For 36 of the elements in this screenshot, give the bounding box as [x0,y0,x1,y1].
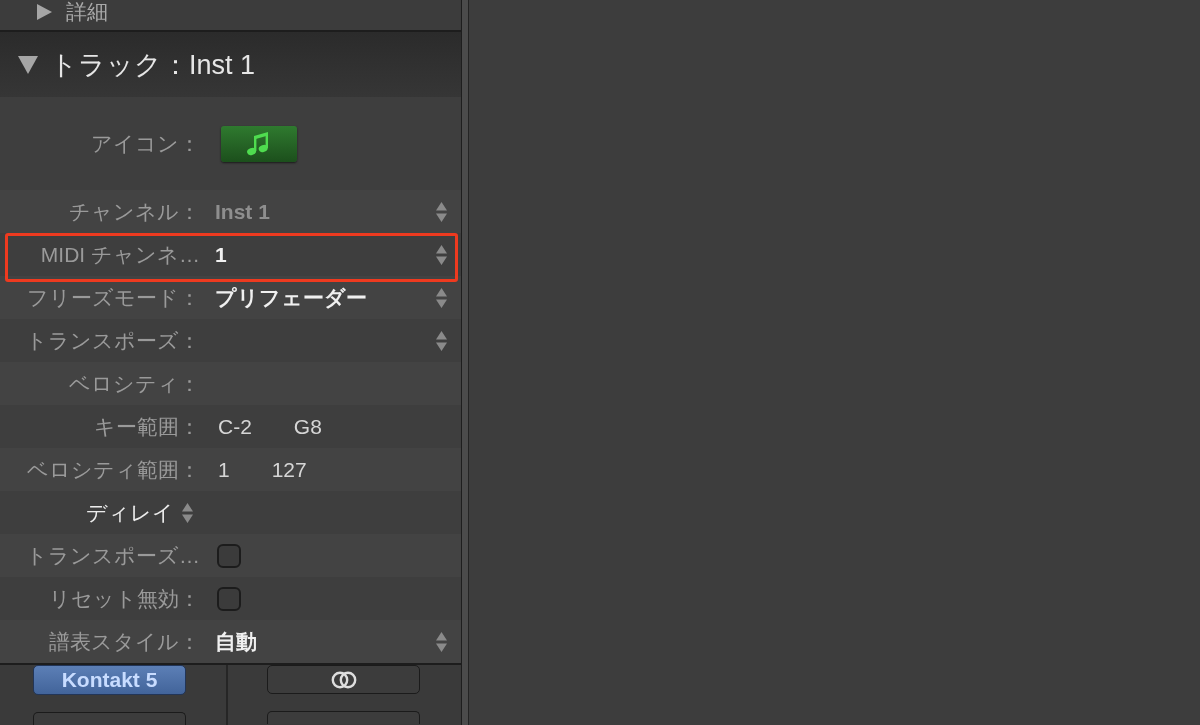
row-label: 譜表スタイル： [48,628,200,655]
row-label: リセット無効： [48,585,200,612]
row-label: MIDI チャンネ… [39,241,200,268]
checkbox[interactable] [217,543,241,568]
row-label: ベロシティ： [68,370,200,397]
row-label: トランスポーズ… [25,542,200,569]
row-label: トランスポーズ： [25,327,200,354]
section-title[interactable]: 詳細 [66,0,108,24]
plugin-button[interactable]: Kontakt 5 [33,665,186,695]
link-button[interactable] [267,665,420,694]
row-label: キー範囲： [93,413,200,440]
stepper-icon[interactable] [436,286,447,309]
slot-button[interactable] [267,711,420,724]
checkbox[interactable] [217,586,241,611]
disclosure-triangle-icon[interactable] [18,55,38,74]
row-label: アイコン： [90,130,200,157]
panel-splitter[interactable] [461,0,469,725]
disclosure-triangle-icon[interactable] [37,4,52,20]
slot-button[interactable] [33,712,186,725]
row-value[interactable]: 1 [218,457,230,482]
rings-icon [329,670,358,689]
row-label: チャンネル： [68,198,200,225]
stepper-icon[interactable] [182,501,193,524]
stepper-icon[interactable] [436,329,447,352]
row-value[interactable]: G8 [293,414,322,439]
row-value[interactable]: 127 [271,457,307,482]
row-label: ベロシティ範囲： [26,456,200,483]
popup-value[interactable]: プリフェーダー [215,283,367,312]
popup-value[interactable]: 1 [215,242,227,267]
row-label: フリーズモード： [26,284,200,311]
track-icon-button[interactable] [221,125,297,162]
stepper-icon[interactable] [436,630,447,653]
row-value[interactable]: C-2 [218,414,252,439]
row-label[interactable]: ディレイ [86,498,174,527]
stepper-icon[interactable] [436,243,447,266]
popup-value[interactable]: 自動 [215,627,257,656]
